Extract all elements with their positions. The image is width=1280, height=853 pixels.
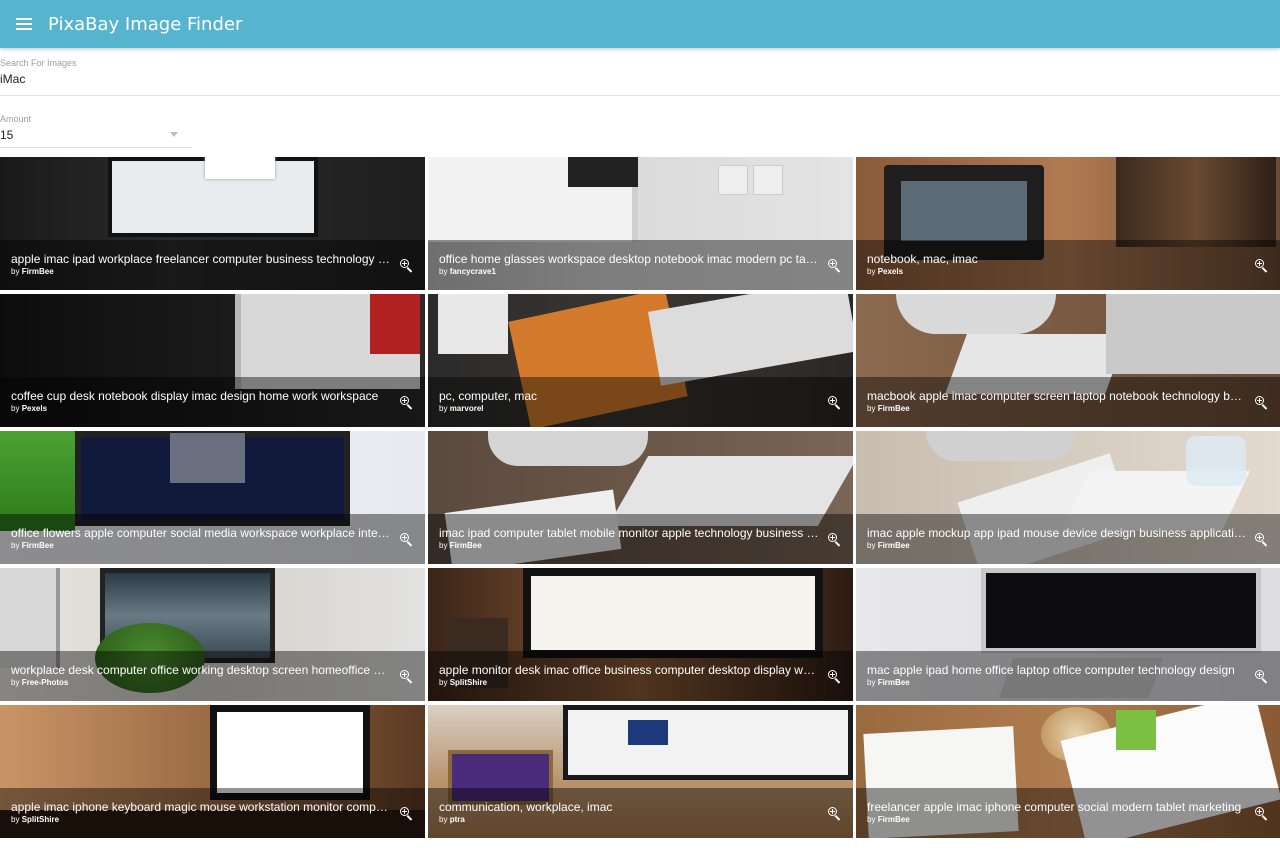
image-author: by FirmBee (439, 541, 482, 550)
image-author: by Pexels (867, 267, 904, 276)
zoom-in-icon[interactable] (399, 258, 415, 274)
search-input[interactable] (0, 72, 1200, 86)
zoom-in-icon[interactable] (399, 395, 415, 411)
zoom-in-icon[interactable] (1254, 669, 1270, 685)
image-author: by SplitShire (439, 678, 488, 687)
image-title: coffee cup desk notebook display imac de… (11, 389, 379, 403)
app-bar: PixaBay Image Finder (0, 0, 1280, 48)
image-title: imac ipad computer tablet mobile monitor… (439, 526, 819, 540)
zoom-in-icon[interactable] (827, 532, 843, 548)
image-title: office flowers apple computer social med… (11, 526, 391, 540)
image-tile[interactable]: office home glasses workspace desktop no… (428, 157, 853, 290)
amount-select[interactable]: Amount 15 (0, 114, 192, 148)
image-tile[interactable]: notebook, mac, imac by Pexels (856, 157, 1280, 290)
zoom-in-icon[interactable] (1254, 395, 1270, 411)
zoom-in-icon[interactable] (1254, 258, 1270, 274)
zoom-in-icon[interactable] (399, 806, 415, 822)
image-tile[interactable]: imac ipad computer tablet mobile monitor… (428, 431, 853, 564)
search-field: Search For Images (0, 58, 1280, 96)
image-author: by FirmBee (11, 541, 54, 550)
image-tile[interactable]: mac apple ipad home office laptop office… (856, 568, 1280, 701)
image-title: imac apple mockup app ipad mouse device … (867, 526, 1247, 540)
image-author: by FirmBee (867, 678, 910, 687)
image-author: by Pexels (11, 404, 48, 413)
image-title: apple monitor desk imac office business … (439, 663, 819, 677)
zoom-in-icon[interactable] (827, 669, 843, 685)
menu-button[interactable] (0, 0, 48, 48)
image-tile[interactable]: freelancer apple imac iphone computer so… (856, 705, 1280, 838)
image-tile[interactable]: coffee cup desk notebook display imac de… (0, 294, 425, 427)
image-title: pc, computer, mac (439, 389, 538, 403)
image-tile[interactable]: imac apple mockup app ipad mouse device … (856, 431, 1280, 564)
search-label: Search For Images (0, 58, 77, 68)
image-tile[interactable]: apple imac ipad workplace freelancer com… (0, 157, 425, 290)
image-author: by fancycrave1 (439, 267, 496, 276)
image-author: by SplitShire (11, 815, 60, 824)
zoom-in-icon[interactable] (827, 806, 843, 822)
amount-label: Amount (0, 114, 32, 124)
image-title: mac apple ipad home office laptop office… (867, 663, 1235, 677)
zoom-in-icon[interactable] (827, 395, 843, 411)
zoom-in-icon[interactable] (399, 669, 415, 685)
app-title: PixaBay Image Finder (48, 13, 243, 35)
zoom-in-icon[interactable] (827, 258, 843, 274)
image-author: by FirmBee (11, 267, 54, 276)
image-author: by FirmBee (867, 815, 910, 824)
image-tile[interactable]: communication, workplace, imac by ptra (428, 705, 853, 838)
image-author: by ptra (439, 815, 465, 824)
image-title: workplace desk computer office working d… (11, 663, 391, 677)
amount-value: 15 (0, 128, 14, 142)
dropdown-arrow-icon[interactable] (170, 132, 178, 137)
image-tile[interactable]: office flowers apple computer social med… (0, 431, 425, 564)
zoom-in-icon[interactable] (399, 532, 415, 548)
image-title: notebook, mac, imac (867, 252, 978, 266)
image-title: freelancer apple imac iphone computer so… (867, 800, 1242, 814)
image-title: office home glasses workspace desktop no… (439, 252, 819, 266)
image-tile[interactable]: workplace desk computer office working d… (0, 568, 425, 701)
zoom-in-icon[interactable] (1254, 806, 1270, 822)
zoom-in-icon[interactable] (1254, 532, 1270, 548)
image-title: communication, workplace, imac (439, 800, 613, 814)
image-author: by FirmBee (867, 541, 910, 550)
image-tile[interactable]: apple monitor desk imac office business … (428, 568, 853, 701)
image-author: by Free-Photos (11, 678, 69, 687)
image-title: apple imac iphone keyboard magic mouse w… (11, 800, 391, 814)
image-tile[interactable]: apple imac iphone keyboard magic mouse w… (0, 705, 425, 838)
image-grid: apple imac ipad workplace freelancer com… (0, 157, 1280, 838)
image-tile[interactable]: pc, computer, mac by marvorel (428, 294, 853, 427)
image-tile[interactable]: macbook apple imac computer screen lapto… (856, 294, 1280, 427)
image-author: by marvorel (439, 404, 484, 413)
image-author: by FirmBee (867, 404, 910, 413)
menu-icon (16, 18, 32, 30)
image-title: apple imac ipad workplace freelancer com… (11, 252, 391, 266)
image-title: macbook apple imac computer screen lapto… (867, 389, 1247, 403)
